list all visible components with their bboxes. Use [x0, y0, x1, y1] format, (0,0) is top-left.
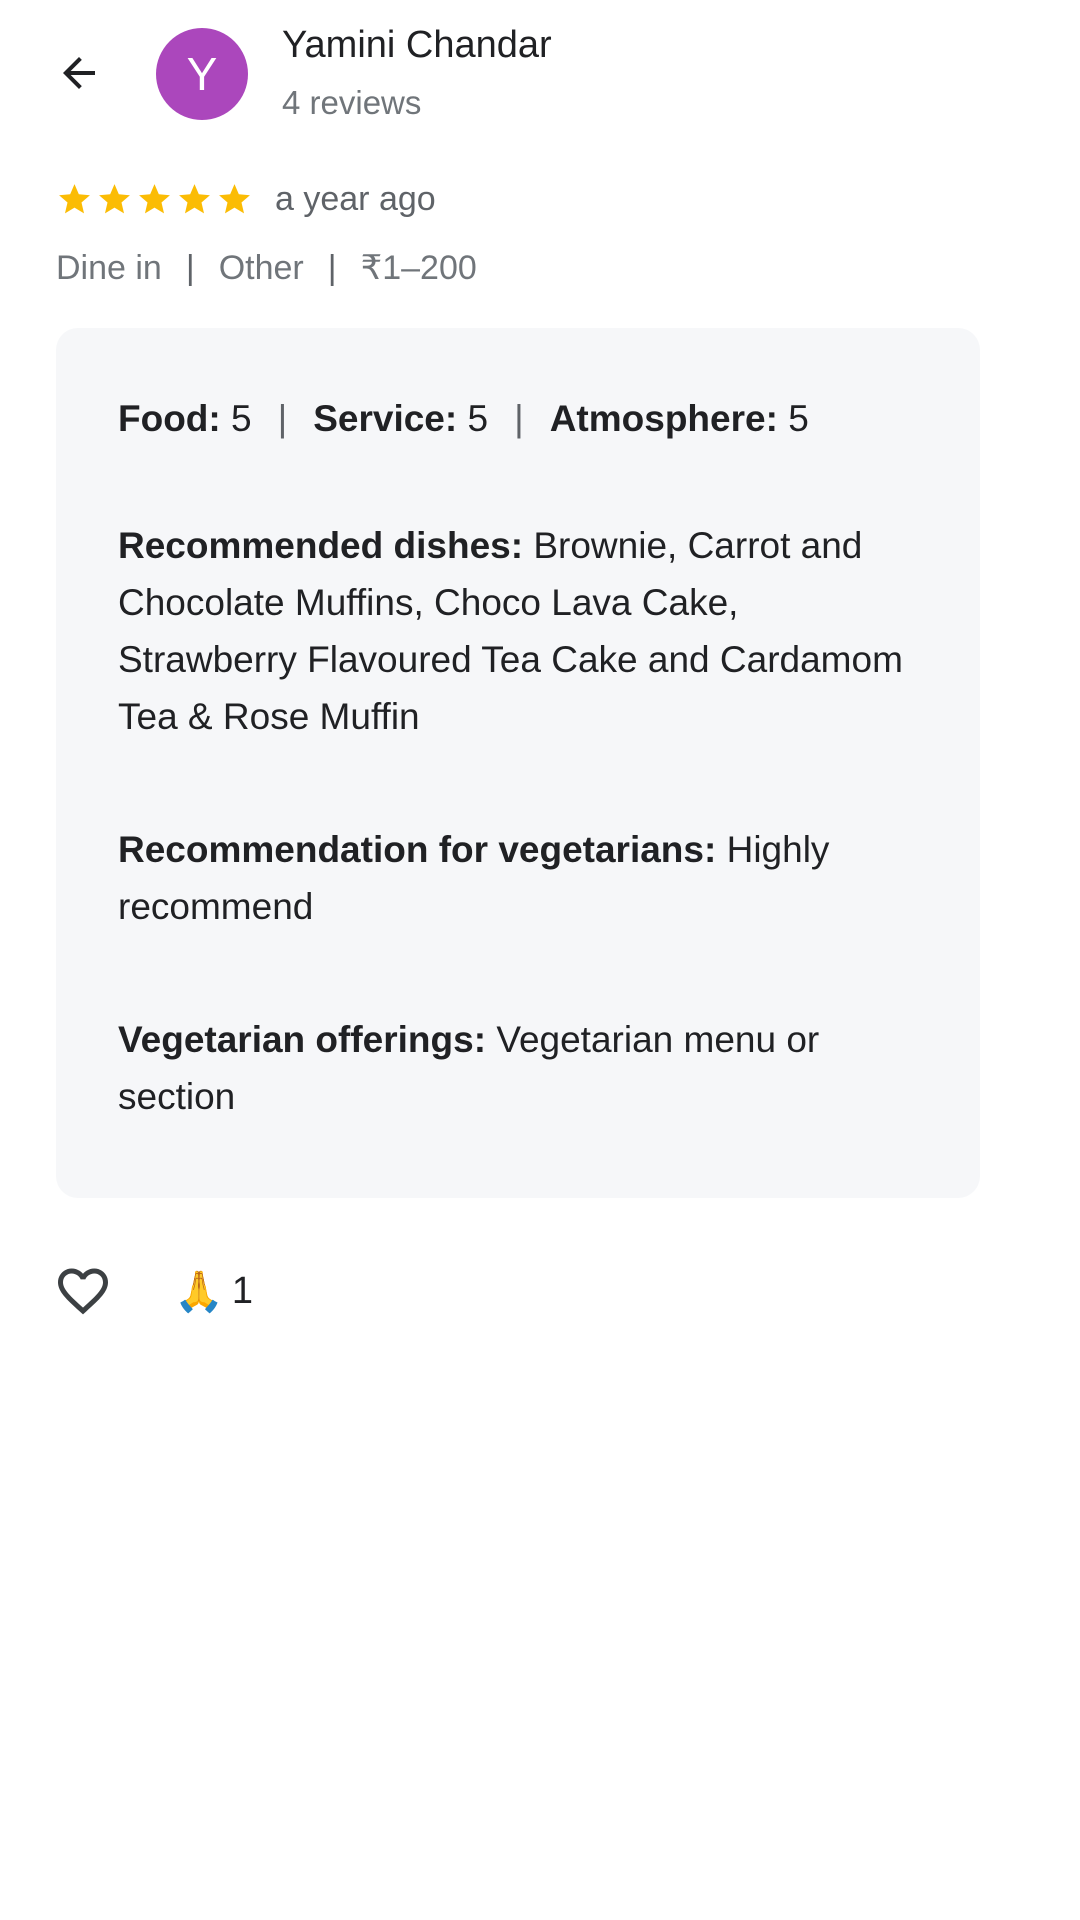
sub-ratings: Food: 5 | Service: 5 | Atmosphere: 5	[118, 390, 918, 447]
review-details-card: Food: 5 | Service: 5 | Atmosphere: 5 Rec…	[56, 328, 980, 1198]
tag-price-range: ₹1–200	[360, 249, 477, 287]
food-label: Food:	[118, 398, 221, 439]
star-icon	[179, 184, 210, 214]
heart-outline-icon	[58, 1268, 108, 1315]
star-icon	[59, 184, 90, 214]
tag-separator: |	[327, 248, 337, 287]
food-value: 5	[231, 398, 252, 439]
rating-row: a year ago	[56, 180, 436, 219]
arrow-left-icon	[63, 57, 95, 89]
review-count: 4 reviews	[282, 84, 422, 121]
recommended-dishes: Recommended dishes: Brownie, Carrot and …	[118, 517, 918, 745]
atmosphere-label: Atmosphere:	[549, 398, 778, 439]
star-icon	[219, 184, 250, 214]
tag-meal-type: Other	[218, 248, 304, 287]
tag-dining-mode: Dine in	[56, 248, 162, 287]
vegetarian-recommendation-label: Recommendation for vegetarians:	[118, 829, 717, 870]
star-rating	[56, 181, 253, 218]
reviewer-name[interactable]: Yamini Chandar	[282, 24, 552, 67]
service-label: Service:	[313, 398, 458, 439]
vegetarian-offerings-label: Vegetarian offerings:	[118, 1019, 487, 1060]
vegetarian-offerings: Vegetarian offerings: Vegetarian menu or…	[118, 1011, 918, 1125]
avatar[interactable]: Y	[156, 28, 248, 120]
star-icon	[139, 184, 170, 214]
like-button[interactable]	[50, 1258, 116, 1324]
atmosphere-value: 5	[788, 398, 809, 439]
back-button[interactable]	[46, 40, 112, 106]
rating-separator: |	[277, 398, 288, 439]
praying-hands-icon: 🙏	[174, 1269, 224, 1314]
review-time: a year ago	[275, 180, 436, 218]
reaction-button[interactable]: 🙏 1	[174, 1268, 253, 1315]
recommended-dishes-label: Recommended dishes:	[118, 525, 524, 566]
reaction-count: 1	[231, 1269, 253, 1312]
review-header: Y Yamini Chandar 4 reviews	[0, 0, 1080, 150]
service-value: 5	[467, 398, 489, 439]
rating-separator: |	[514, 398, 524, 439]
avatar-letter: Y	[186, 48, 218, 100]
visit-tags: Dine in | Other | ₹1–200	[56, 248, 477, 288]
review-actions: 🙏 1	[56, 1258, 253, 1324]
vegetarian-recommendation: Recommendation for vegetarians: Highly r…	[118, 821, 918, 935]
star-icon	[99, 184, 130, 214]
tag-separator: |	[185, 248, 195, 287]
